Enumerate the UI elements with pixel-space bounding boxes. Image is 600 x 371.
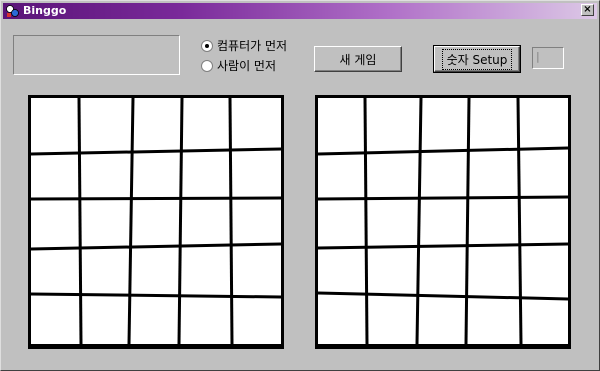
grid-line-v1: [77, 98, 83, 344]
radio-human-first[interactable]: 사람이 먼저: [201, 58, 276, 74]
grid-line-v3: [177, 98, 184, 344]
window-title: Binggo: [23, 4, 67, 17]
radio-computer-first-label: 컴퓨터가 먼저: [217, 39, 288, 53]
grid-line-v4: [228, 98, 234, 344]
close-button[interactable]: ×: [581, 4, 594, 16]
number-setup-button-label: 숫자 Setup: [441, 48, 513, 70]
new-game-button-label: 새 게임: [339, 52, 377, 67]
player-board-grid: [31, 98, 281, 344]
grid-line-h1: [318, 146, 568, 156]
grid-line-v4: [516, 98, 523, 344]
number-setup-button[interactable]: 숫자 Setup: [433, 45, 521, 73]
grid-line-h4: [318, 291, 568, 301]
grid-line-v2: [127, 98, 135, 344]
grid-line-h3: [31, 242, 281, 251]
number-field[interactable]: |: [532, 47, 564, 69]
grid-line-h2: [318, 195, 568, 201]
computer-board-grid: [318, 98, 568, 344]
computer-board[interactable]: [315, 95, 571, 349]
title-bar[interactable]: Binggo ×: [3, 3, 597, 19]
app-icon: [6, 5, 19, 17]
grid-line-v3: [464, 98, 471, 344]
grid-line-h1: [31, 147, 281, 156]
grid-line-v2: [415, 98, 423, 344]
radio-button-checked[interactable]: [201, 40, 213, 52]
radio-human-first-label: 사람이 먼저: [217, 59, 277, 73]
new-game-button[interactable]: 새 게임: [314, 46, 402, 72]
grid-line-h2: [31, 196, 281, 201]
grid-line-v1: [363, 98, 369, 344]
player-board[interactable]: [28, 95, 284, 349]
app-window: Binggo × 컴퓨터가 먼저 사람이 먼저 새 게임 숫자 Setup |: [0, 0, 600, 371]
radio-button-unchecked[interactable]: [201, 60, 213, 72]
radio-computer-first[interactable]: 컴퓨터가 먼저: [201, 38, 287, 54]
grid-line-h3: [318, 242, 568, 250]
status-display: [13, 35, 180, 75]
grid-line-h4: [31, 292, 281, 299]
